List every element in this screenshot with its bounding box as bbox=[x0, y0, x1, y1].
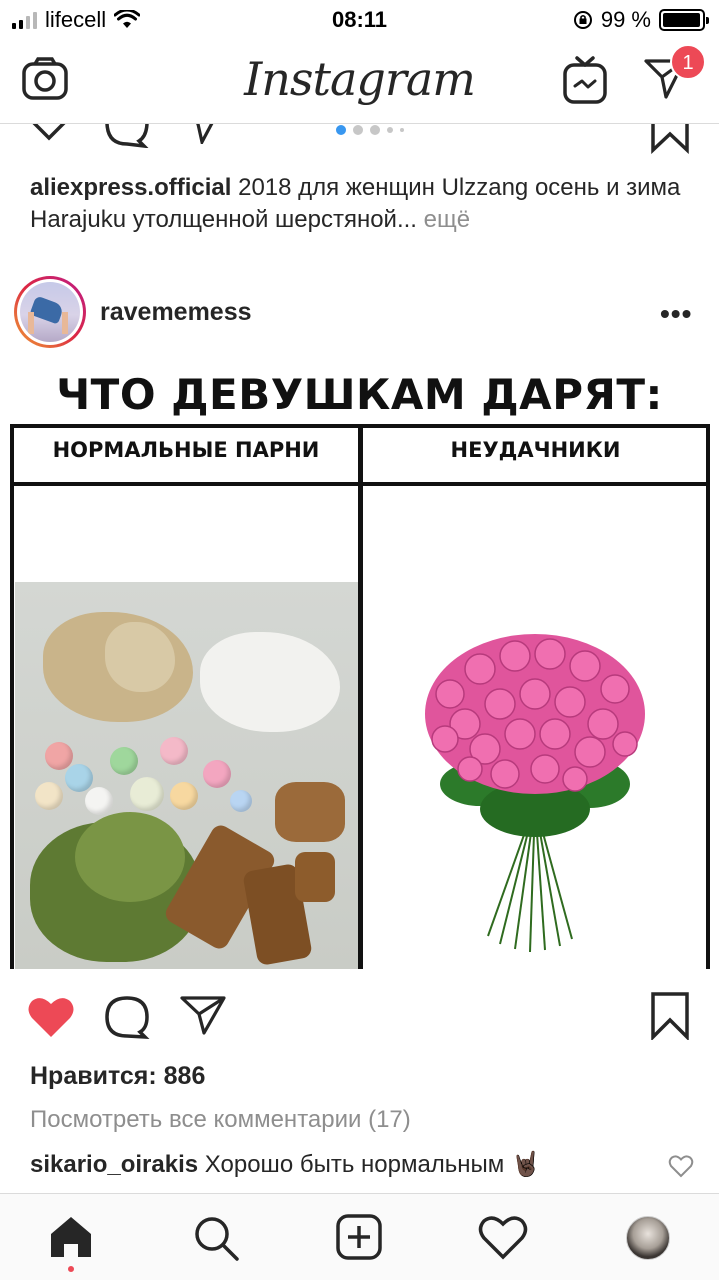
search-icon[interactable] bbox=[192, 1214, 240, 1262]
battery-percent: 99 % bbox=[600, 7, 651, 32]
carousel-indicator bbox=[336, 124, 404, 136]
bookmark-icon[interactable] bbox=[650, 992, 690, 1040]
view-all-comments-link[interactable]: Посмотреть все комментарии (17) bbox=[30, 1106, 411, 1134]
post-actions bbox=[0, 990, 719, 1042]
previous-post-caption: aliexpress.official 2018 для женщин Ulzz… bbox=[30, 172, 700, 236]
notification-badge: 1 bbox=[670, 44, 706, 80]
comment-icon[interactable] bbox=[104, 994, 150, 1040]
igtv-icon[interactable] bbox=[562, 56, 608, 106]
left-photo bbox=[15, 582, 358, 969]
share-icon[interactable] bbox=[180, 994, 226, 1036]
comment-row: sikario_oirakis Хорошо быть нормальным 🤘… bbox=[30, 1150, 541, 1179]
heart-icon[interactable] bbox=[24, 124, 74, 144]
meme-divider bbox=[358, 424, 363, 969]
add-post-icon[interactable] bbox=[336, 1214, 382, 1260]
bottom-navigation bbox=[0, 1193, 719, 1280]
status-bar: lifecell 08:11 99 % bbox=[0, 0, 719, 40]
meme-title: ЧТО ДЕВУШКАМ ДАРЯТ: bbox=[56, 370, 663, 419]
meme-left-header: НОРМАЛЬНЫЕ ПАРНИ bbox=[52, 438, 320, 462]
bookmark-icon[interactable] bbox=[650, 124, 690, 154]
caption-more-link[interactable]: ещё bbox=[417, 206, 470, 233]
avatar[interactable] bbox=[14, 276, 86, 348]
caption-username[interactable]: aliexpress.official bbox=[30, 174, 231, 201]
post-header: ravememess ••• bbox=[0, 276, 719, 352]
rose-bouquet-image bbox=[425, 634, 645, 953]
activity-heart-icon[interactable] bbox=[478, 1214, 528, 1260]
post-image[interactable]: ЧТО ДЕВУШКАМ ДАРЯТ: НОРМАЛЬНЫЕ ПАРНИ НЕУ… bbox=[0, 364, 719, 969]
share-icon[interactable] bbox=[182, 124, 222, 144]
comment-icon[interactable] bbox=[104, 124, 150, 148]
comment-like-icon[interactable] bbox=[668, 1154, 694, 1178]
home-icon[interactable] bbox=[48, 1214, 94, 1260]
comment-username[interactable]: sikario_oirakis bbox=[30, 1151, 198, 1178]
active-tab-indicator bbox=[68, 1266, 74, 1272]
likes-count[interactable]: Нравится: 886 bbox=[30, 1062, 205, 1091]
meme-header-line bbox=[10, 482, 710, 486]
orientation-lock-icon bbox=[573, 11, 592, 29]
post-username[interactable]: ravememess bbox=[100, 298, 252, 327]
meme-right-header: НЕУДАЧНИКИ bbox=[450, 438, 621, 462]
battery-icon bbox=[659, 9, 709, 31]
more-options-icon[interactable]: ••• bbox=[660, 298, 692, 330]
app-header: Instagram 1 bbox=[0, 40, 719, 124]
instagram-logo: Instagram bbox=[244, 52, 476, 106]
profile-avatar[interactable] bbox=[626, 1216, 670, 1260]
comment-text: Хорошо быть нормальным 🤘🏿 bbox=[198, 1151, 541, 1178]
like-heart-icon[interactable] bbox=[26, 994, 76, 1040]
